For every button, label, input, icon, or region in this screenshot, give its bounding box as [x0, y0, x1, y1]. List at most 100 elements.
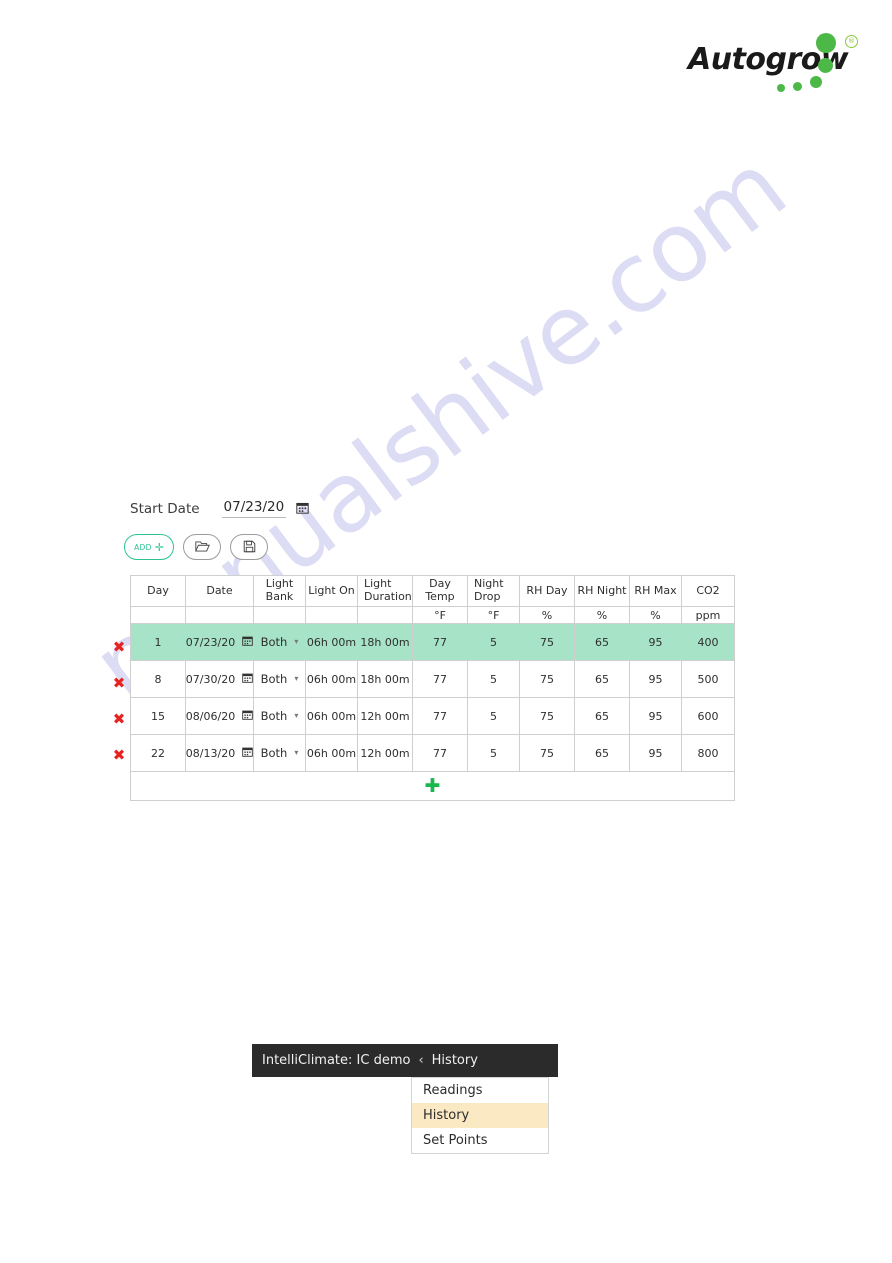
menu-item-history[interactable]: History [412, 1103, 548, 1128]
cell-day[interactable]: 22 [130, 734, 186, 772]
table-row[interactable]: 8 07/30/20 Both ▾ 06h 00m 18h 00m 77 5 75 65 95 500 [130, 660, 735, 698]
nav-current-page: History [431, 1053, 478, 1068]
cell-day-temp[interactable]: 77 [412, 623, 468, 661]
cell-rh-night[interactable]: 65 [574, 734, 630, 772]
table-row[interactable]: 15 08/06/20 Both ▾ 06h 00m 12h 00m 77 5 75 65 95 60… [130, 697, 735, 735]
delete-row-icon[interactable]: ✖ [108, 745, 130, 765]
calendar-icon[interactable] [242, 709, 253, 723]
cell-day[interactable]: 8 [130, 660, 186, 698]
cell-co2[interactable]: 500 [681, 660, 735, 698]
cell-light-bank-select[interactable]: Both ▾ [253, 660, 306, 698]
cell-rh-max[interactable]: 95 [629, 623, 682, 661]
cell-light-duration[interactable]: 18h 00m [357, 660, 413, 698]
cell-rh-night[interactable]: 65 [574, 697, 630, 735]
cell-light-bank-select[interactable]: Both ▾ [253, 623, 306, 661]
light-bank-value: Both [260, 672, 288, 686]
cell-rh-night[interactable]: 65 [574, 623, 630, 661]
start-date-input[interactable]: 07/23/20 [221, 499, 287, 518]
cell-day-temp[interactable]: 77 [412, 734, 468, 772]
table-units-row: °F °F%%% ppm [130, 606, 735, 624]
cell-night-drop[interactable]: 5 [467, 697, 520, 735]
cell-rh-max[interactable]: 95 [629, 734, 682, 772]
cell-light-duration[interactable]: 12h 00m [357, 697, 413, 735]
delete-row-icon[interactable]: ✖ [108, 673, 130, 693]
calendar-icon[interactable] [242, 746, 253, 760]
cell-date[interactable]: 08/06/20 [185, 697, 254, 735]
column-unit: % [574, 606, 630, 624]
cell-rh-night[interactable]: 65 [574, 660, 630, 698]
cell-day[interactable]: 15 [130, 697, 186, 735]
column-header: Night Drop [467, 575, 520, 607]
logo-dot-4 [793, 82, 802, 91]
column-unit: ppm [681, 606, 735, 624]
registered-mark-icon: ® [845, 35, 858, 48]
cell-rh-day[interactable]: 75 [519, 734, 575, 772]
date-value: 07/30/20 [185, 672, 236, 686]
toolbar-actions: ADD ✛ [124, 534, 268, 560]
logo-dot-5 [777, 84, 785, 92]
open-button[interactable] [183, 534, 221, 560]
cell-night-drop[interactable]: 5 [467, 734, 520, 772]
nav-device-title: IntelliClimate: IC demo [262, 1053, 411, 1068]
cell-light-on[interactable]: 06h 00m [305, 660, 358, 698]
column-header: Light Bank [253, 575, 306, 607]
cell-light-on[interactable]: 06h 00m [305, 734, 358, 772]
table-header-row: Day Date Light Bank Light On Light Duration D… [130, 575, 735, 607]
save-button[interactable] [230, 534, 268, 560]
cell-light-bank-select[interactable]: Both ▾ [253, 734, 306, 772]
table-foot: ✚ [130, 771, 735, 801]
calendar-icon[interactable] [296, 501, 309, 517]
add-row-plus-icon: ✚ [424, 774, 441, 797]
cell-day-temp[interactable]: 77 [412, 697, 468, 735]
autogrow-logo: Autogrow ® [688, 18, 858, 92]
cell-rh-day[interactable]: 75 [519, 660, 575, 698]
cell-light-on[interactable]: 06h 00m [305, 623, 358, 661]
calendar-icon[interactable] [242, 672, 253, 686]
cell-rh-max[interactable]: 95 [629, 697, 682, 735]
column-unit: % [519, 606, 575, 624]
add-row-button[interactable]: ✚ [130, 771, 735, 801]
light-bank-value: Both [260, 746, 288, 760]
cell-light-duration[interactable]: 12h 00m [357, 734, 413, 772]
chevron-left-icon[interactable]: ‹ [418, 1053, 423, 1068]
column-header: Day [130, 575, 186, 607]
date-value: 08/13/20 [185, 746, 236, 760]
cell-day-temp[interactable]: 77 [412, 660, 468, 698]
cell-rh-max[interactable]: 95 [629, 660, 682, 698]
column-unit: °F [467, 606, 520, 624]
light-bank-value: Both [260, 709, 288, 723]
calendar-icon[interactable] [242, 635, 253, 649]
cell-co2[interactable]: 400 [681, 623, 735, 661]
cell-night-drop[interactable]: 5 [467, 660, 520, 698]
plus-icon: ✛ [154, 540, 164, 554]
cell-co2[interactable]: 800 [681, 734, 735, 772]
cell-date[interactable]: 07/30/20 [185, 660, 254, 698]
add-button[interactable]: ADD ✛ [124, 534, 174, 560]
cell-rh-day[interactable]: 75 [519, 623, 575, 661]
add-button-label: ADD [134, 542, 152, 552]
cell-day[interactable]: 1 [130, 623, 186, 661]
table-row[interactable]: 22 08/13/20 Both ▾ 06h 00m 12h 00m 77 5 75 65 95 80… [130, 734, 735, 772]
table-body: 1 07/23/20 Both ▾ 06h 00m 18h 00m 77 5 75 65 95 400… [130, 623, 735, 772]
cell-rh-day[interactable]: 75 [519, 697, 575, 735]
cell-night-drop[interactable]: 5 [467, 623, 520, 661]
cell-date[interactable]: 08/13/20 [185, 734, 254, 772]
column-unit [357, 606, 413, 624]
delete-row-icon[interactable]: ✖ [108, 709, 130, 729]
delete-row-icon[interactable]: ✖ [108, 637, 130, 657]
table-row[interactable]: 1 07/23/20 Both ▾ 06h 00m 18h 00m 77 5 75 65 95 400 [130, 623, 735, 661]
menu-item-readings[interactable]: Readings [412, 1078, 548, 1103]
cell-date[interactable]: 07/23/20 [185, 623, 254, 661]
start-date-row: Start Date 07/23/20 [130, 499, 309, 518]
app-nav-bar: IntelliClimate: IC demo ‹ History [252, 1044, 558, 1077]
cell-co2[interactable]: 600 [681, 697, 735, 735]
cell-light-on[interactable]: 06h 00m [305, 697, 358, 735]
column-unit [253, 606, 306, 624]
set-points-table-zone: Day Date Light Bank Light On Light Duration D… [130, 575, 735, 801]
nav-dropdown-menu: Readings History Set Points [411, 1077, 549, 1154]
column-header: RH Max [629, 575, 682, 607]
logo-dot-2 [818, 58, 833, 73]
cell-light-bank-select[interactable]: Both ▾ [253, 697, 306, 735]
menu-item-set-points[interactable]: Set Points [412, 1128, 548, 1153]
cell-light-duration[interactable]: 18h 00m [357, 623, 413, 661]
